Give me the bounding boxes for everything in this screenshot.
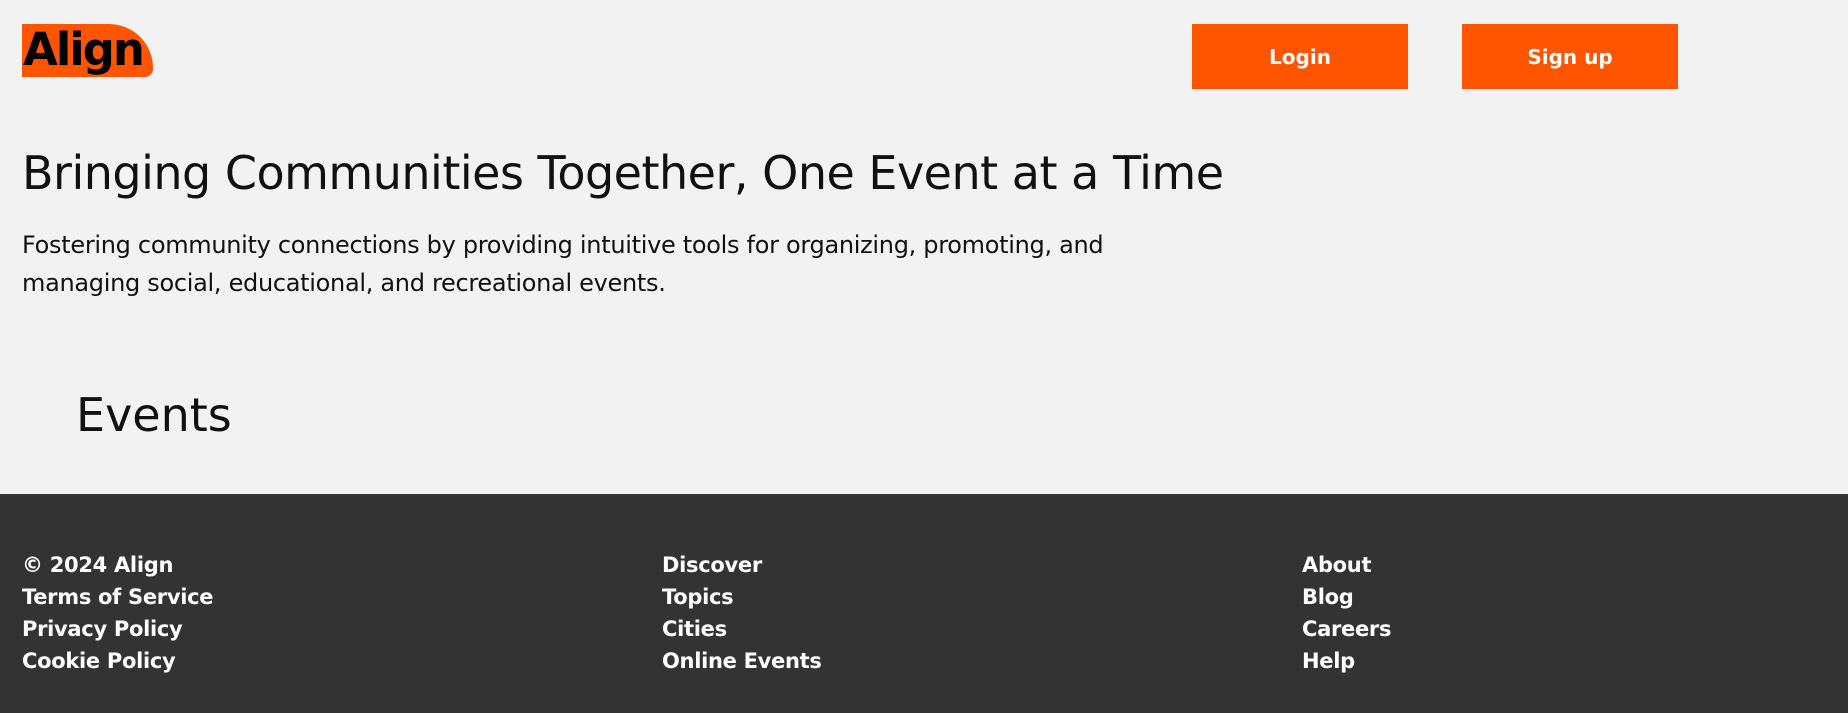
footer-link-online-events-label[interactable]: Online Events [662, 649, 822, 673]
footer-link-topics-label[interactable]: Topics [662, 585, 734, 609]
hero-title: Bringing Communities Together, One Event… [22, 146, 1224, 200]
footer-link-careers[interactable]: Careers [1302, 613, 1391, 645]
hero-subtitle: Fostering community connections by provi… [22, 231, 1104, 297]
footer-link-cookie[interactable]: Cookie Policy [22, 645, 213, 677]
page: Align Login Sign up Bringing Communities… [0, 0, 1848, 713]
footer-link-terms[interactable]: Terms of Service [22, 581, 214, 613]
copyright-text: © 2024 Align [22, 553, 174, 577]
footer-column-explore: Discover Topics Cities Online Events [662, 549, 822, 677]
footer-link-help-label[interactable]: Help [1302, 649, 1355, 673]
logo-text: Align [23, 23, 145, 76]
footer-link-discover[interactable]: Discover [662, 549, 822, 581]
footer-link-blog[interactable]: Blog [1302, 581, 1391, 613]
footer-link-blog-label[interactable]: Blog [1302, 585, 1354, 609]
logo[interactable]: Align [22, 23, 153, 77]
footer-link-cities-label[interactable]: Cities [662, 617, 727, 641]
login-button[interactable]: Login [1192, 24, 1408, 89]
footer-link-discover-label[interactable]: Discover [662, 553, 762, 577]
footer-link-cookie-label[interactable]: Cookie Policy [22, 649, 176, 673]
footer-link-privacy-label[interactable]: Privacy Policy [22, 617, 183, 641]
footer-link-cities[interactable]: Cities [662, 613, 822, 645]
footer-link-topics[interactable]: Topics [662, 581, 822, 613]
footer-link-careers-label[interactable]: Careers [1302, 617, 1391, 641]
site-footer: © 2024 Align Terms of Service Privacy Po… [0, 494, 1848, 713]
footer-link-about-label[interactable]: About [1302, 553, 1372, 577]
footer-link-help[interactable]: Help [1302, 645, 1391, 677]
signup-button[interactable]: Sign up [1462, 24, 1678, 89]
footer-link-online-events[interactable]: Online Events [662, 645, 822, 677]
footer-link-privacy[interactable]: Privacy Policy [22, 613, 213, 645]
footer-column-legal: © 2024 Align Terms of Service Privacy Po… [22, 549, 214, 677]
footer-link-terms-label[interactable]: Terms of Service [22, 585, 214, 609]
events-heading: Events [76, 388, 232, 442]
footer-column-company: About Blog Careers Help [1302, 549, 1391, 677]
footer-link-about[interactable]: About [1302, 549, 1391, 581]
